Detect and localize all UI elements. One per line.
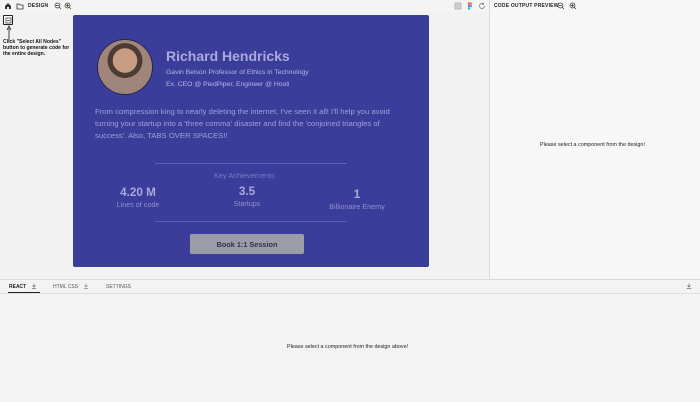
profile-bio: From compression king to nearly deleting… <box>95 107 390 141</box>
divider-top <box>155 163 347 164</box>
grid-icon[interactable] <box>454 2 462 10</box>
stat-label: Startups <box>233 199 261 208</box>
download-icon[interactable] <box>686 283 692 289</box>
download-icon[interactable] <box>31 283 37 289</box>
tab-html-css[interactable]: HTML CSS <box>53 284 78 290</box>
divider-bottom <box>155 221 347 222</box>
figma-icon[interactable] <box>466 2 474 10</box>
profile-subtitle: Ex. CEO @ PiedPiper, Engineer @ Hooli <box>166 81 290 88</box>
stat-value: 1 <box>353 188 361 201</box>
zoom-out-icon[interactable] <box>54 2 62 10</box>
select-all-tooltip: Click "Select All Nodes" button to gener… <box>3 39 70 58</box>
profile-name: Richard Hendricks <box>166 48 290 64</box>
code-empty-message: Please select a component from the desig… <box>287 344 409 350</box>
folder-icon[interactable] <box>16 2 24 10</box>
tab-settings[interactable]: SETTINGS <box>106 284 131 290</box>
code-tabs: REACT HTML CSS SETTINGS <box>0 280 700 294</box>
code-preview-panel: CODE OUTPUT PREVIEW Please select a comp… <box>490 0 700 278</box>
preview-empty-message: Please select a component from the desig… <box>540 142 645 148</box>
stat-value: 3.5 <box>238 185 256 198</box>
tab-separator <box>0 293 700 294</box>
select-all-icon[interactable] <box>3 15 13 25</box>
stat-value: 4.20 M <box>120 186 156 199</box>
stat-label: Lines of code <box>116 200 160 209</box>
stat-lines-of-code: 4.20 M Lines of code <box>98 186 178 209</box>
stat-startups: 3.5 Startups <box>207 185 287 208</box>
design-label: DESIGN <box>28 3 49 9</box>
avatar <box>97 39 153 95</box>
profile-card[interactable]: Richard Hendricks Gavin Belson Professor… <box>73 15 429 267</box>
refresh-icon[interactable] <box>478 2 486 10</box>
profile-title: Gavin Belson Professor of Ethics in Tech… <box>166 69 309 76</box>
zoom-out-icon[interactable] <box>557 2 565 10</box>
code-output-panel: REACT HTML CSS SETTINGS Please select a … <box>0 279 700 402</box>
book-session-button[interactable]: Book 1:1 Session <box>190 234 304 254</box>
stat-label: Billionaire Enemy <box>329 202 385 211</box>
achievements-title: Key Achievements <box>214 171 275 180</box>
preview-label: CODE OUTPUT PREVIEW <box>494 3 559 9</box>
stat-billionaire-enemy: 1 Billionaire Enemy <box>317 188 397 211</box>
design-toolbar: DESIGN <box>0 0 489 12</box>
home-icon[interactable] <box>4 2 12 10</box>
tab-react[interactable]: REACT <box>9 284 26 290</box>
download-icon[interactable] <box>83 283 89 289</box>
zoom-in-icon[interactable] <box>64 2 72 10</box>
zoom-in-icon[interactable] <box>569 2 577 10</box>
